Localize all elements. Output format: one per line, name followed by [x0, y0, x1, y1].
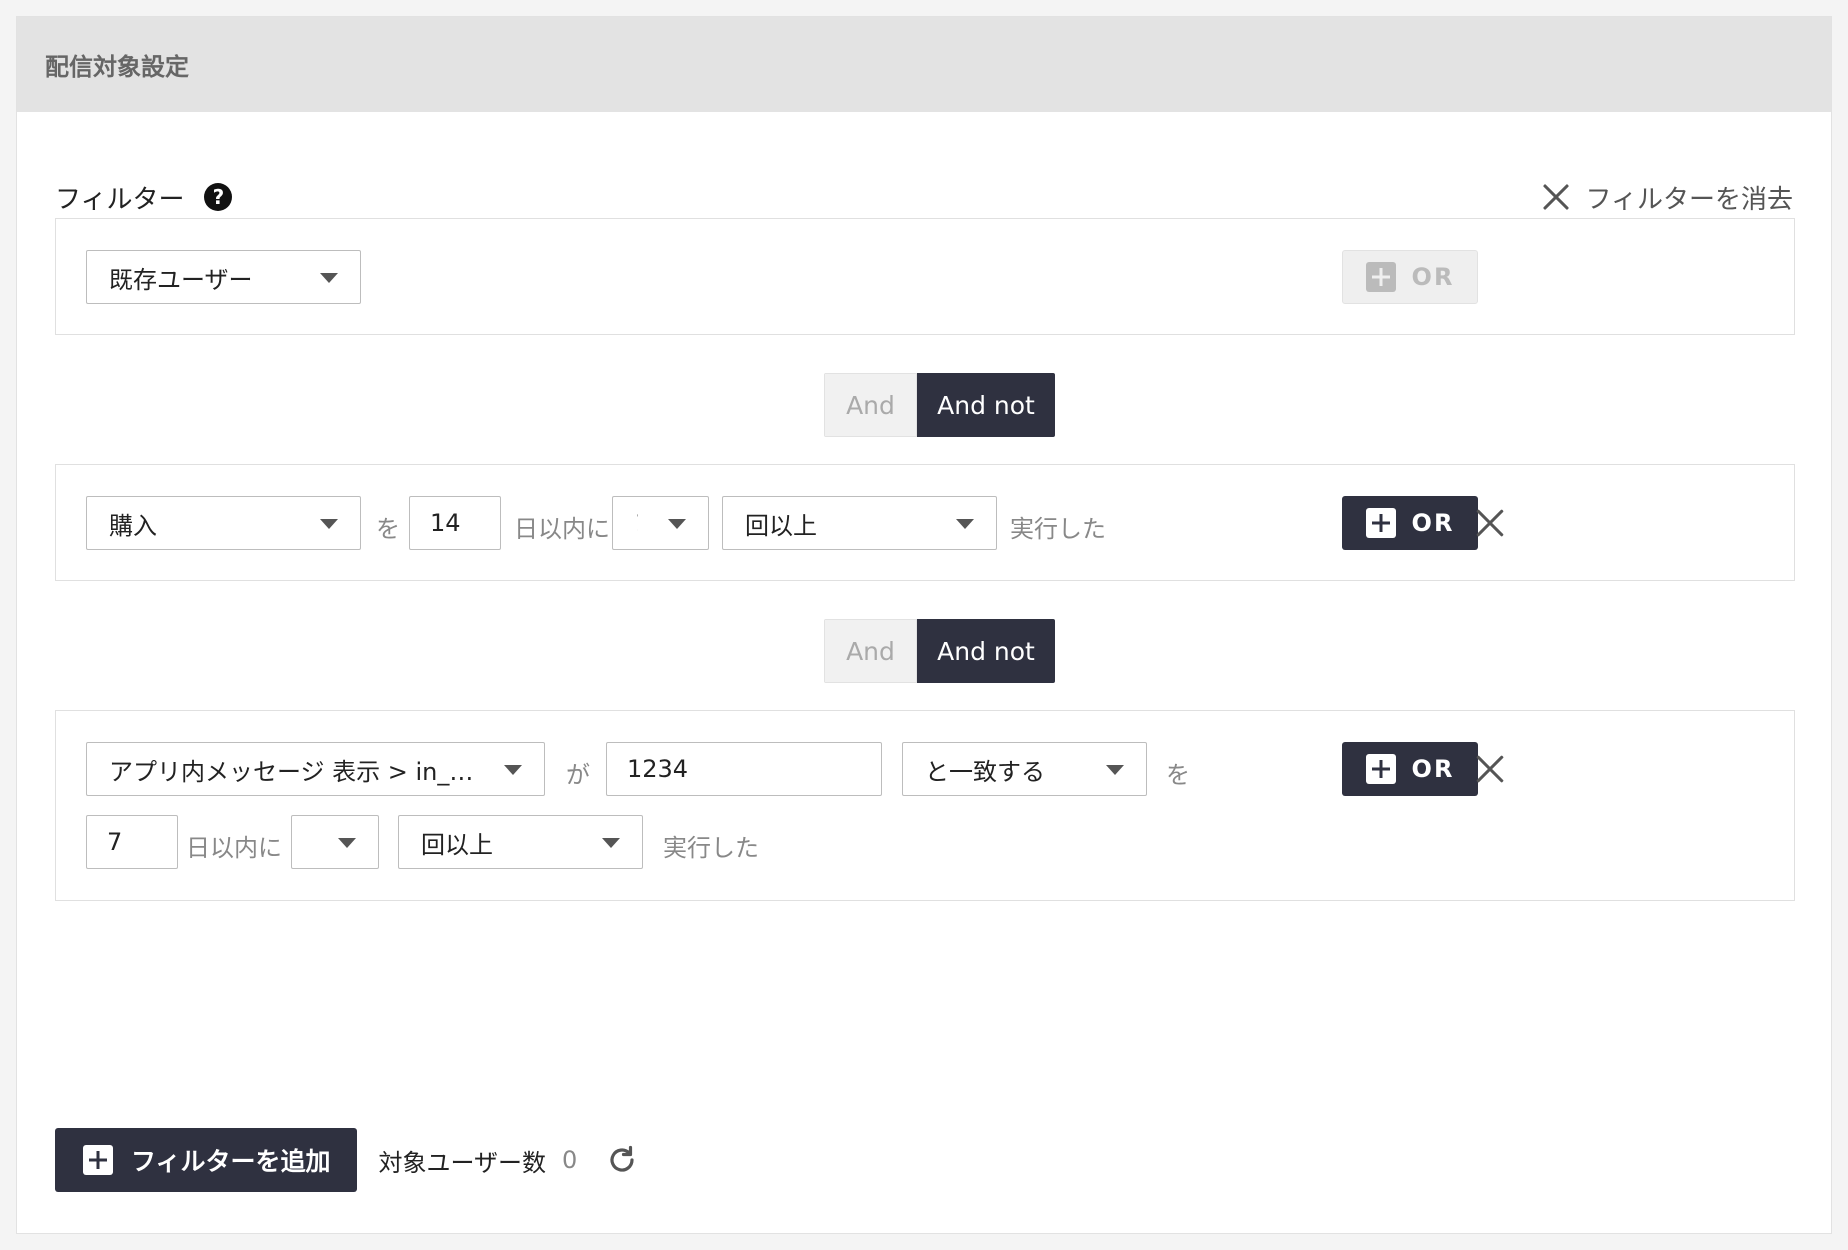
param-value-input[interactable] [606, 742, 882, 796]
filter-group-3: アプリ内メッセージ 表示 > in_app_m… が と一致する を OR 日以… [55, 710, 1795, 901]
and-option[interactable]: And [824, 619, 917, 683]
chevron-down-icon [338, 838, 356, 848]
action-label: 実行した [663, 834, 759, 862]
delivery-target-panel: 配信対象設定 フィルター ? フィルターを消去 既存ユーザー OR And An… [16, 16, 1832, 1234]
remove-filter-button[interactable] [1472, 751, 1508, 787]
chevron-down-icon [504, 765, 522, 775]
filter-group-1: 既存ユーザー OR [55, 218, 1795, 335]
remove-filter-button[interactable] [1472, 505, 1508, 541]
event-select[interactable]: アプリ内メッセージ 表示 > in_app_m… [86, 742, 545, 796]
particle-ga: が [566, 761, 590, 789]
action-label: 実行した [1010, 515, 1106, 543]
condition-select[interactable]: 回以上 [722, 496, 997, 550]
event-select[interactable]: 購入 [86, 496, 361, 550]
particle-wo: を [376, 515, 400, 543]
filter-group-2: 購入 を 日以内に 1 回以上 実行した OR [55, 464, 1795, 581]
target-users-count: 0 [562, 1146, 578, 1174]
and-option[interactable]: And [824, 373, 917, 437]
plus-icon [1365, 754, 1396, 784]
plus-icon [83, 1145, 113, 1175]
close-icon [1472, 505, 1508, 541]
segment-select[interactable]: 既存ユーザー [86, 250, 361, 304]
or-button[interactable]: OR [1342, 496, 1478, 550]
add-filter-button[interactable]: フィルターを追加 [55, 1128, 357, 1192]
chevron-down-icon [956, 519, 974, 529]
count-select-value: 1 [635, 509, 638, 537]
match-select[interactable]: と一致する [902, 742, 1147, 796]
close-icon [1472, 751, 1508, 787]
or-button[interactable]: OR [1342, 742, 1478, 796]
or-button-label: OR [1411, 755, 1455, 783]
days-label: 日以内に [514, 515, 610, 543]
chevron-down-icon [320, 273, 338, 283]
condition-select-value: 回以上 [421, 830, 493, 859]
plus-icon [1365, 262, 1396, 292]
match-select-value: と一致する [925, 757, 1045, 786]
chevron-down-icon [602, 838, 620, 848]
close-icon [1540, 181, 1572, 213]
days-label: 日以内に [186, 834, 282, 862]
chevron-down-icon [320, 519, 338, 529]
chevron-down-icon [668, 519, 686, 529]
or-button[interactable]: OR [1342, 250, 1478, 304]
panel-title: 配信対象設定 [17, 17, 1831, 112]
event-select-value: アプリ内メッセージ 表示 > in_app_m… [109, 757, 484, 786]
add-filter-label: フィルターを追加 [131, 1147, 331, 1176]
refresh-icon[interactable] [605, 1143, 639, 1177]
days-input[interactable] [86, 815, 178, 869]
count-select[interactable]: 1 [612, 496, 709, 550]
event-select-value: 購入 [109, 511, 157, 540]
clear-filter-label: フィルターを消去 [1585, 184, 1793, 215]
and-not-option[interactable]: And not [917, 619, 1055, 683]
or-button-label: OR [1411, 263, 1455, 291]
clear-filter-button[interactable]: フィルターを消去 [1540, 179, 1793, 216]
filter-title-group: フィルター ? [55, 179, 233, 216]
filter-footer: フィルターを追加 対象ユーザー数 0 [55, 1128, 639, 1192]
segment-select-value: 既存ユーザー [109, 265, 253, 294]
plus-icon [1365, 508, 1396, 538]
target-users-label: 対象ユーザー数 [378, 1148, 547, 1177]
count-select[interactable]: 1 [291, 815, 379, 869]
help-icon[interactable]: ? [204, 183, 233, 211]
or-button-label: OR [1411, 509, 1455, 537]
condition-select[interactable]: 回以上 [398, 815, 643, 869]
and-not-option[interactable]: And not [917, 373, 1055, 437]
logic-toggle-1: And And not [824, 373, 1055, 437]
days-input[interactable] [409, 496, 501, 550]
filter-title: フィルター [55, 184, 185, 215]
chevron-down-icon [1106, 765, 1124, 775]
particle-wo: を [1166, 761, 1190, 789]
logic-toggle-2: And And not [824, 619, 1055, 683]
condition-select-value: 回以上 [745, 511, 817, 540]
